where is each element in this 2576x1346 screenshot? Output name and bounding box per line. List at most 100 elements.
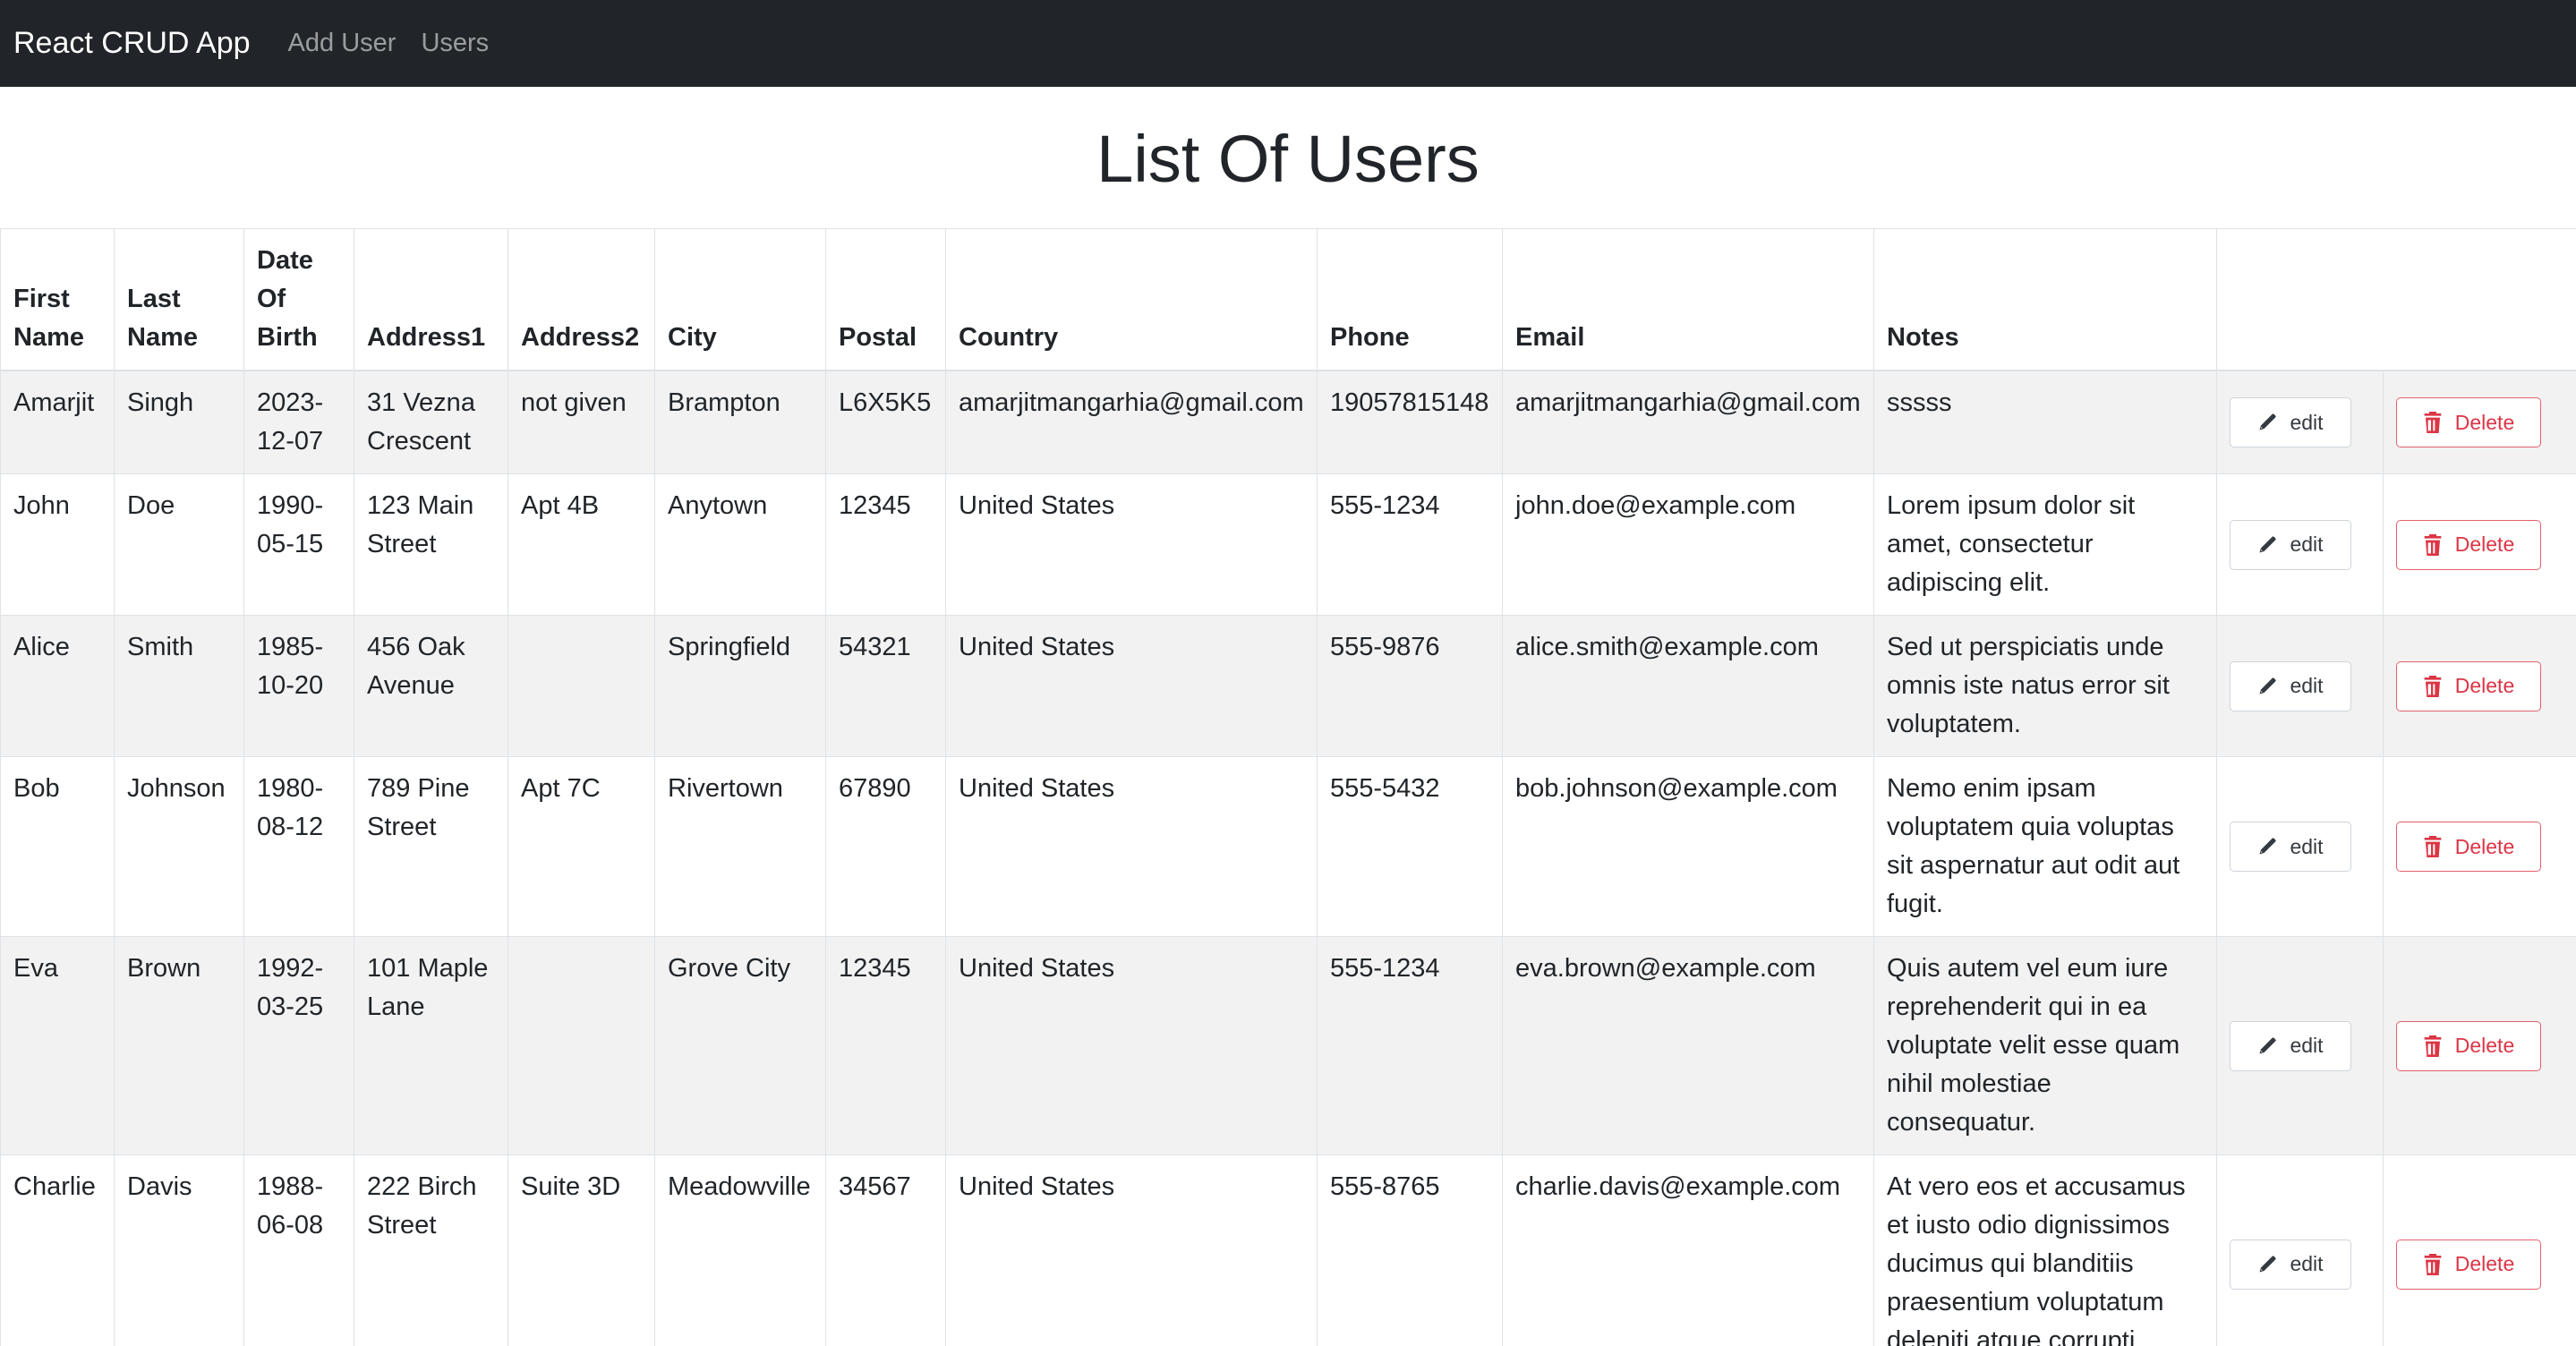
cell-postal: L6X5K5 (825, 370, 946, 474)
cell-address2 (508, 936, 655, 1155)
delete-button[interactable]: Delete (2396, 660, 2541, 711)
header-last-name: Last Name (114, 228, 244, 371)
cell-address2 (508, 615, 655, 757)
users-table-container: First Name Last Name Date Of Birth Addre… (0, 228, 2576, 1346)
cell-phone: 19057815148 (1317, 370, 1503, 474)
cell-postal: 67890 (825, 756, 946, 937)
edit-button-label: edit (2290, 674, 2324, 697)
table-header: First Name Last Name Date Of Birth Addre… (0, 228, 2576, 371)
cell-address2: Apt 7C (508, 756, 655, 937)
pencil-icon (2259, 677, 2277, 694)
cell-address2: Apt 4B (508, 473, 655, 616)
header-address1: Address1 (354, 228, 508, 371)
cell-address1: 789 Pine Street (354, 756, 508, 937)
delete-button-label: Delete (2454, 1252, 2515, 1275)
cell-email: bob.johnson@example.com (1502, 756, 1874, 937)
cell-last: Singh (114, 370, 244, 474)
cell-country: amarjitmangarhia@gmail.com (945, 370, 1318, 474)
edit-button[interactable]: edit (2230, 397, 2351, 447)
trash-icon (2424, 412, 2442, 433)
cell-delete-action: Delete (2383, 473, 2576, 616)
delete-button[interactable]: Delete (2396, 397, 2541, 447)
trash-icon (2424, 1035, 2442, 1057)
nav-link-add-user[interactable]: Add User (288, 29, 397, 58)
header-city: City (654, 228, 826, 371)
cell-city: Anytown (654, 473, 826, 616)
cell-postal: 54321 (825, 615, 946, 757)
header-date-of-birth: Date Of Birth (243, 228, 354, 371)
delete-button[interactable]: Delete (2396, 822, 2541, 872)
cell-edit-action: edit (2216, 370, 2384, 474)
edit-button[interactable]: edit (2230, 660, 2351, 711)
cell-email: john.doe@example.com (1502, 473, 1874, 616)
trash-icon (2424, 533, 2442, 556)
cell-address1: 456 Oak Avenue (354, 615, 508, 757)
cell-phone: 555-5432 (1317, 756, 1503, 937)
cell-notes: Quis autem vel eum iure reprehenderit qu… (1873, 936, 2217, 1155)
trash-icon (2424, 675, 2442, 697)
cell-last: Davis (114, 1154, 244, 1346)
delete-button[interactable]: Delete (2396, 1020, 2541, 1071)
cell-last: Johnson (114, 756, 244, 937)
edit-button-label: edit (2290, 532, 2324, 556)
cell-postal: 12345 (825, 473, 946, 616)
cell-notes: Sed ut perspiciatis unde omnis iste natu… (1873, 615, 2217, 757)
header-address2: Address2 (508, 228, 655, 371)
cell-delete-action: Delete (2383, 936, 2576, 1155)
cell-dob: 1980-08-12 (243, 756, 354, 937)
cell-first: Bob (0, 756, 115, 937)
table-row: Amarjit Singh 2023-12-07 31 Vezna Crescent n… (0, 370, 2576, 474)
header-postal: Postal (825, 228, 946, 371)
cell-edit-action: edit (2216, 936, 2384, 1155)
cell-notes: sssss (1873, 370, 2217, 474)
cell-address1: 101 Maple Lane (354, 936, 508, 1155)
delete-button-label: Delete (2454, 532, 2515, 556)
cell-email: alice.smith@example.com (1502, 615, 1874, 757)
table-row: Eva Brown 1992-03-25 101 Maple Lane Grove Ci… (0, 936, 2576, 1155)
table-row: Bob Johnson 1980-08-12 789 Pine Street Apt 7… (0, 756, 2576, 937)
cell-address2: not given (508, 370, 655, 474)
nav-link-users[interactable]: Users (421, 29, 489, 58)
delete-button-label: Delete (2454, 1034, 2515, 1057)
cell-first: Alice (0, 615, 115, 757)
edit-button[interactable]: edit (2230, 1020, 2351, 1071)
cell-country: United States (945, 473, 1318, 616)
edit-button-label: edit (2290, 410, 2324, 434)
cell-postal: 12345 (825, 936, 946, 1155)
cell-notes: At vero eos et accusamus et iusto odio d… (1873, 1154, 2217, 1346)
cell-first: John (0, 473, 115, 616)
edit-button[interactable]: edit (2230, 519, 2351, 570)
delete-button[interactable]: Delete (2396, 1239, 2541, 1290)
delete-button-label: Delete (2454, 834, 2515, 858)
cell-phone: 555-8765 (1317, 1154, 1503, 1346)
cell-email: amarjitmangarhia@gmail.com (1502, 370, 1874, 474)
trash-icon (2424, 836, 2442, 857)
cell-address1: 222 Birch Street (354, 1154, 508, 1346)
cell-edit-action: edit (2216, 615, 2384, 757)
delete-button-label: Delete (2454, 674, 2515, 697)
cell-phone: 555-9876 (1317, 615, 1503, 757)
cell-address1: 31 Vezna Crescent (354, 370, 508, 474)
cell-delete-action: Delete (2383, 370, 2576, 474)
cell-postal: 34567 (825, 1154, 946, 1346)
delete-button[interactable]: Delete (2396, 519, 2541, 570)
users-table: First Name Last Name Date Of Birth Addre… (0, 228, 2576, 1346)
cell-delete-action: Delete (2383, 1154, 2576, 1346)
pencil-icon (2259, 1036, 2277, 1054)
cell-country: United States (945, 936, 1318, 1155)
cell-dob: 1992-03-25 (243, 936, 354, 1155)
cell-edit-action: edit (2216, 473, 2384, 616)
edit-button[interactable]: edit (2230, 1239, 2351, 1290)
pencil-icon (2259, 838, 2277, 855)
table-row: John Doe 1990-05-15 123 Main Street Apt 4B An… (0, 473, 2576, 616)
cell-dob: 1985-10-20 (243, 615, 354, 757)
cell-country: United States (945, 1154, 1318, 1346)
cell-country: United States (945, 756, 1318, 937)
delete-button-label: Delete (2454, 410, 2515, 434)
cell-last: Smith (114, 615, 244, 757)
edit-button[interactable]: edit (2230, 822, 2351, 872)
trash-icon (2424, 1253, 2442, 1275)
navbar-brand[interactable]: React CRUD App (13, 26, 251, 61)
navbar: React CRUD App Add User Users (0, 0, 2576, 87)
cell-delete-action: Delete (2383, 615, 2576, 757)
